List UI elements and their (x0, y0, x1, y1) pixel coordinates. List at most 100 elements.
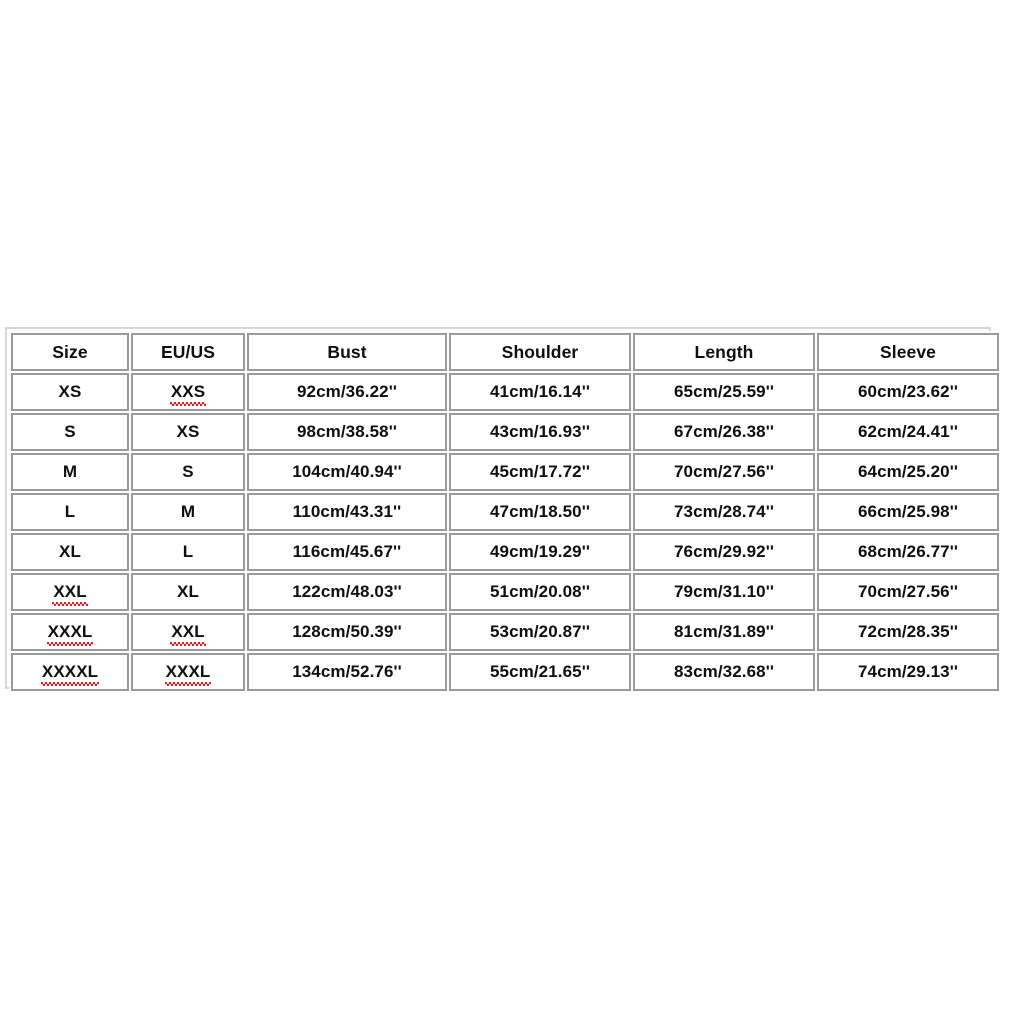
cell-bust: 110cm/43.31'' (247, 493, 447, 531)
cell-text: 74cm/29.13'' (857, 662, 959, 681)
cell-length: 81cm/31.89'' (633, 613, 815, 651)
cell-text: 55cm/21.65'' (489, 662, 591, 681)
page-canvas: Size EU/US Bust Shoulder Length Sleeve XS XXS 92… (0, 0, 1024, 1024)
cell-text: 110cm/43.31'' (292, 502, 402, 521)
cell-bust: 98cm/38.58'' (247, 413, 447, 451)
cell-bust: 104cm/40.94'' (247, 453, 447, 491)
cell-text: 60cm/23.62'' (857, 382, 959, 401)
cell-text: 43cm/16.93'' (489, 422, 591, 441)
cell-euus: XXL (131, 613, 245, 651)
cell-size: M (11, 453, 129, 491)
misspelled-text: XXS (169, 382, 207, 406)
table-header-row: Size EU/US Bust Shoulder Length Sleeve (11, 333, 999, 371)
cell-bust: 128cm/50.39'' (247, 613, 447, 651)
cell-length: 65cm/25.59'' (633, 373, 815, 411)
cell-length: 76cm/29.92'' (633, 533, 815, 571)
size-chart-container: Size EU/US Bust Shoulder Length Sleeve XS XXS 92… (5, 327, 1001, 693)
cell-text: S (182, 462, 194, 481)
cell-sleeve: 72cm/28.35'' (817, 613, 999, 651)
cell-text: 134cm/52.76'' (292, 662, 402, 681)
cell-text: 83cm/32.68'' (673, 662, 775, 681)
cell-text: EU/US (161, 341, 215, 362)
cell-shoulder: 47cm/18.50'' (449, 493, 631, 531)
cell-length: 79cm/31.10'' (633, 573, 815, 611)
cell-text: 81cm/31.89'' (673, 622, 775, 641)
cell-sleeve: 64cm/25.20'' (817, 453, 999, 491)
cell-text: S (64, 422, 76, 441)
table-row: XXXXL XXXL 134cm/52.76'' 55cm/21.65'' 83cm/3… (11, 653, 999, 691)
cell-shoulder: 51cm/20.08'' (449, 573, 631, 611)
cell-sleeve: 74cm/29.13'' (817, 653, 999, 691)
size-chart-body: Size EU/US Bust Shoulder Length Sleeve XS XXS 92… (11, 333, 999, 691)
cell-text: 104cm/40.94'' (292, 462, 402, 481)
cell-text: Sleeve (879, 341, 937, 362)
cell-text: 72cm/28.35'' (857, 622, 959, 641)
cell-text: 122cm/48.03'' (292, 582, 402, 601)
cell-sleeve: 70cm/27.56'' (817, 573, 999, 611)
misspelled-text: XXL (52, 582, 89, 606)
cell-sleeve: 60cm/23.62'' (817, 373, 999, 411)
cell-text: 67cm/26.38'' (673, 422, 775, 441)
cell-euus: S (131, 453, 245, 491)
cell-text: 73cm/28.74'' (673, 502, 775, 521)
cell-length: 70cm/27.56'' (633, 453, 815, 491)
table-row: L M 110cm/43.31'' 47cm/18.50'' 73cm/28.74'' 6… (11, 493, 999, 531)
misspelled-text: XXXL (46, 622, 94, 646)
cell-text: XS (58, 382, 82, 401)
cell-size: XL (11, 533, 129, 571)
cell-text: 76cm/29.92'' (673, 542, 775, 561)
cell-text: L (64, 502, 76, 521)
cell-text: 65cm/25.59'' (673, 382, 775, 401)
table-row: XXL XL 122cm/48.03'' 51cm/20.08'' 79cm/31.10… (11, 573, 999, 611)
table-row: XXXL XXL 128cm/50.39'' 53cm/20.87'' 81cm/31.… (11, 613, 999, 651)
cell-shoulder: 53cm/20.87'' (449, 613, 631, 651)
cell-text: 70cm/27.56'' (857, 582, 959, 601)
cell-bust: 92cm/36.22'' (247, 373, 447, 411)
cell-shoulder: 49cm/19.29'' (449, 533, 631, 571)
cell-size: S (11, 413, 129, 451)
cell-text: 62cm/24.41'' (857, 422, 959, 441)
cell-shoulder: 45cm/17.72'' (449, 453, 631, 491)
cell-size: XXXL (11, 613, 129, 651)
cell-size: L (11, 493, 129, 531)
table-row: S XS 98cm/38.58'' 43cm/16.93'' 67cm/26.38'' 6… (11, 413, 999, 451)
cell-text: 51cm/20.08'' (489, 582, 591, 601)
cell-text: Bust (327, 341, 367, 362)
column-header-size: Size (11, 333, 129, 371)
cell-size: XXXXL (11, 653, 129, 691)
cell-text: XL (177, 582, 199, 601)
cell-text: XL (59, 542, 81, 561)
cell-sleeve: 68cm/26.77'' (817, 533, 999, 571)
cell-text: L (182, 542, 194, 561)
cell-text: 116cm/45.67'' (292, 542, 402, 561)
column-header-bust: Bust (247, 333, 447, 371)
cell-text: 70cm/27.56'' (673, 462, 775, 481)
cell-euus: L (131, 533, 245, 571)
cell-shoulder: 41cm/16.14'' (449, 373, 631, 411)
cell-text: 53cm/20.87'' (489, 622, 591, 641)
column-header-eu-us: EU/US (131, 333, 245, 371)
misspelled-text: XXXXL (40, 662, 100, 686)
cell-size: XS (11, 373, 129, 411)
cell-text: Length (694, 341, 754, 362)
cell-text: M (62, 462, 78, 481)
cell-sleeve: 62cm/24.41'' (817, 413, 999, 451)
misspelled-text: XXXL (164, 662, 212, 686)
column-header-length: Length (633, 333, 815, 371)
cell-text: 41cm/16.14'' (489, 382, 591, 401)
column-header-shoulder: Shoulder (449, 333, 631, 371)
misspelled-text: XXL (170, 622, 207, 646)
cell-euus: XXS (131, 373, 245, 411)
cell-euus: M (131, 493, 245, 531)
size-chart-table: Size EU/US Bust Shoulder Length Sleeve XS XXS 92… (9, 331, 1001, 693)
cell-sleeve: 66cm/25.98'' (817, 493, 999, 531)
table-row: M S 104cm/40.94'' 45cm/17.72'' 70cm/27.56'' 6… (11, 453, 999, 491)
cell-length: 73cm/28.74'' (633, 493, 815, 531)
cell-bust: 134cm/52.76'' (247, 653, 447, 691)
cell-text: 68cm/26.77'' (857, 542, 959, 561)
cell-shoulder: 55cm/21.65'' (449, 653, 631, 691)
cell-euus: XS (131, 413, 245, 451)
column-header-sleeve: Sleeve (817, 333, 999, 371)
cell-bust: 116cm/45.67'' (247, 533, 447, 571)
cell-text: 49cm/19.29'' (489, 542, 591, 561)
